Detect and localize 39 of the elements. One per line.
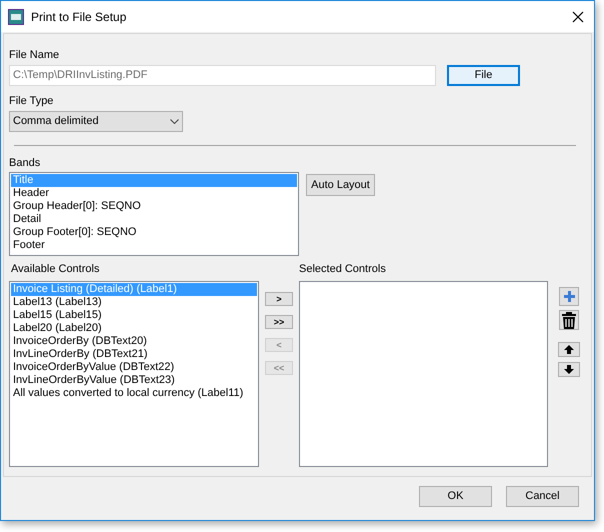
field-label: File Name	[9, 48, 60, 62]
move-up-button[interactable]	[558, 342, 580, 357]
window-title: Print to File Setup	[31, 8, 126, 26]
dialog-button[interactable]: OK	[419, 486, 492, 507]
field-label: File Type	[9, 94, 54, 108]
list-item[interactable]: All values converted to local currency (Label11)	[11, 387, 257, 400]
trash-icon	[561, 311, 577, 329]
list-item[interactable]: Group Header[0]: SEQNO	[11, 200, 297, 213]
available-controls-list[interactable]	[9, 281, 259, 467]
list-item[interactable]: InvoiceOrderBy (DBText20)	[11, 335, 257, 348]
list-item[interactable]: Footer	[11, 239, 297, 252]
list-item[interactable]: Header	[11, 187, 297, 200]
section-label: Selected Controls	[299, 262, 386, 276]
auto-layout-button[interactable]: Auto Layout	[306, 174, 375, 196]
list-item[interactable]: InvLineOrderByValue (DBText23)	[11, 374, 257, 387]
dialog-button[interactable]: Cancel	[506, 486, 579, 507]
list-item[interactable]: Group Footer[0]: SEQNO	[11, 226, 297, 239]
transfer-button[interactable]: >>	[265, 315, 293, 329]
file-name-field[interactable]: C:\Temp\DRIInvListing.PDF	[9, 65, 436, 86]
list-item[interactable]: InvoiceOrderByValue (DBText22)	[11, 361, 257, 374]
section-label: Available Controls	[10, 262, 100, 276]
delete-button[interactable]	[559, 310, 579, 330]
app-icon	[8, 8, 24, 24]
file-type-dropdown[interactable]: Comma delimited	[9, 111, 183, 132]
transfer-button[interactable]: >	[265, 292, 293, 306]
list-item[interactable]: Detail	[11, 213, 297, 226]
list-item[interactable]: InvLineOrderBy (DBText21)	[11, 348, 257, 361]
plus-icon	[564, 291, 574, 302]
down-arrow-icon	[564, 365, 574, 374]
list-item[interactable]: Label15 (Label15)	[11, 309, 257, 322]
list-item[interactable]: Label20 (Label20)	[11, 322, 257, 335]
file-button[interactable]: File	[447, 65, 520, 86]
list-item[interactable]: Label13 (Label13)	[11, 296, 257, 309]
chevron-down-icon	[170, 119, 179, 124]
move-down-button[interactable]	[558, 362, 580, 377]
close-icon[interactable]	[572, 10, 584, 22]
up-arrow-icon	[564, 345, 574, 354]
bands-list[interactable]: Title Header Group Header[0]: SEQNO Detail Group Footer[0]: SEQNO Footer	[9, 172, 299, 256]
section-label: Bands	[9, 156, 42, 170]
